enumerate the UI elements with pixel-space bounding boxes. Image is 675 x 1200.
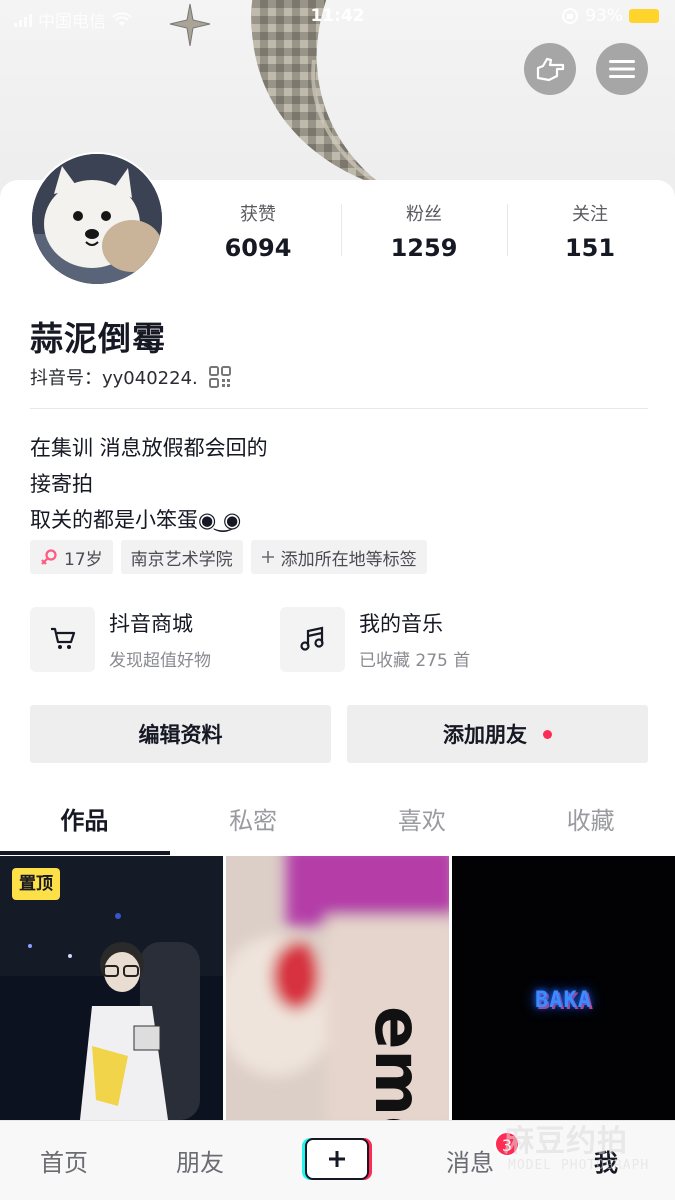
tag-age[interactable]: 17岁: [30, 540, 113, 574]
stat-label: 关注: [572, 204, 608, 225]
status-bar: 中国电信 11:42 93%: [0, 0, 675, 36]
service-title: 抖音商城: [109, 611, 193, 636]
content-tabs: 作品 私密 喜欢 收藏: [0, 793, 675, 855]
svg-text:emo: emo: [360, 1006, 434, 1120]
stat-value: 6094: [224, 234, 292, 262]
bottom-nav: 首页 朋友 消息 3 我: [0, 1120, 675, 1200]
video-thumbnail[interactable]: emo: [226, 856, 449, 1120]
tab-likes[interactable]: 喜欢: [338, 793, 507, 855]
tag-school[interactable]: 南京艺术学院: [120, 540, 243, 574]
service-my-music[interactable]: 我的音乐 已收藏 275 首: [280, 606, 470, 672]
video-grid: 置顶 emo BAKA: [0, 856, 675, 1120]
bio-line: 接寄拍: [30, 472, 93, 496]
bio: 在集训 消息放假都会回的 接寄拍 取关的都是小笨蛋◉ ͜◉: [30, 430, 268, 538]
edit-profile-button[interactable]: 编辑资料: [30, 705, 331, 763]
service-subtitle: 已收藏 275 首: [359, 650, 471, 671]
tab-favorites[interactable]: 收藏: [506, 793, 675, 855]
bio-line: 在集训 消息放假都会回的: [30, 436, 268, 460]
nav-messages[interactable]: 消息: [446, 1143, 494, 1178]
cart-icon: [50, 627, 75, 649]
avatar-dog-image: [32, 154, 162, 284]
nav-friends[interactable]: 朋友: [176, 1143, 224, 1178]
music-note-icon: [299, 626, 324, 651]
stat-following[interactable]: 关注 151: [507, 202, 673, 262]
action-row: 编辑资料 添加朋友: [30, 705, 648, 763]
service-douyin-mall[interactable]: 抖音商城 发现超值好物: [30, 606, 211, 672]
tag-label: 17岁: [64, 549, 103, 570]
status-right: 93%: [561, 6, 659, 26]
gesture-button[interactable]: [524, 43, 576, 95]
plus-icon: [329, 1151, 345, 1167]
service-icon-box: [280, 606, 345, 672]
tag-row: 17岁 南京艺术学院 添加所在地等标签: [30, 540, 427, 574]
stat-value: 1259: [390, 234, 458, 262]
tab-private[interactable]: 私密: [169, 793, 338, 855]
stat-label: 获赞: [240, 204, 276, 225]
battery-percent: 93%: [585, 6, 623, 26]
tag-add-location[interactable]: 添加所在地等标签: [250, 540, 427, 574]
hand-point-icon: [536, 57, 565, 82]
tag-label: 添加所在地等标签: [280, 549, 417, 570]
pinned-badge: 置顶: [12, 868, 60, 900]
qr-code-icon[interactable]: [208, 365, 232, 389]
tag-label: 南京艺术学院: [130, 549, 233, 570]
create-button[interactable]: [305, 1138, 369, 1180]
divider: [30, 408, 648, 409]
orientation-lock-icon: [562, 8, 579, 24]
hamburger-menu-icon: [609, 60, 635, 78]
nav-me[interactable]: 我: [594, 1143, 618, 1178]
stat-value: 151: [564, 234, 616, 262]
notification-dot: [543, 729, 552, 739]
avatar[interactable]: [30, 152, 164, 286]
nickname: 蒜泥倒霉: [30, 319, 166, 358]
stats-row: 获赞 6094 粉丝 1259 关注 151: [175, 202, 675, 262]
nav-home[interactable]: 首页: [40, 1143, 88, 1178]
add-friends-button[interactable]: 添加朋友: [347, 705, 648, 763]
add-friends-label: 添加朋友: [443, 723, 527, 747]
video-thumbnail[interactable]: BAKA: [452, 856, 675, 1120]
service-text: 我的音乐 已收藏 275 首: [359, 608, 470, 671]
stat-label: 粉丝: [406, 204, 442, 225]
blurred-emo-image: emo: [226, 856, 449, 1120]
female-icon: [41, 549, 57, 565]
service-text: 抖音商城 发现超值好物: [109, 608, 211, 671]
douyin-id-row[interactable]: 抖音号：yy040224.: [30, 364, 232, 390]
service-icon-box: [30, 606, 95, 672]
neon-caption: BAKA: [535, 988, 592, 1013]
tab-works[interactable]: 作品: [0, 793, 170, 855]
douyin-id: 抖音号：yy040224.: [30, 368, 198, 389]
messages-badge: 3: [494, 1131, 520, 1157]
bio-line: 取关的都是小笨蛋◉ ͜◉: [30, 508, 242, 532]
menu-button[interactable]: [596, 43, 648, 95]
stat-followers[interactable]: 粉丝 1259: [341, 202, 507, 262]
services-row: 抖音商城 发现超值好物 我的音乐 已收藏 275 首: [30, 606, 648, 672]
stat-likes[interactable]: 获赞 6094: [175, 202, 341, 262]
service-subtitle: 发现超值好物: [109, 650, 211, 671]
edit-profile-label: 编辑资料: [138, 723, 223, 747]
battery-icon: [629, 9, 659, 23]
service-title: 我的音乐: [359, 611, 443, 636]
plus-icon: [261, 551, 274, 563]
video-thumbnail[interactable]: 置顶: [0, 856, 223, 1120]
